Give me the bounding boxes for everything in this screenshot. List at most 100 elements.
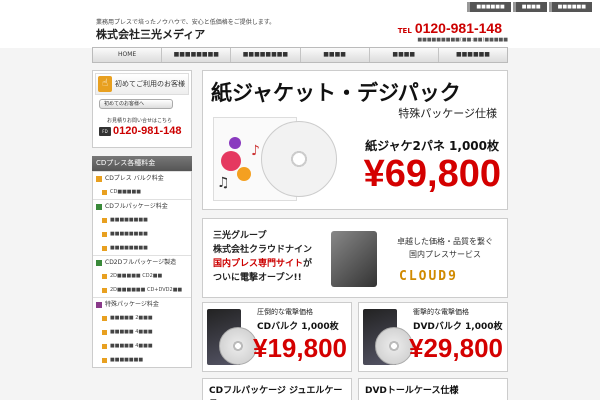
price-sub-item[interactable]: 2D■■■■■ CD2■■ xyxy=(93,269,191,283)
bullet-icon xyxy=(102,231,107,237)
first-time-header[interactable]: ☝ 初めてご利用のお客様 xyxy=(95,73,189,95)
bullet-icon xyxy=(102,245,107,251)
section-label: 特殊パッケージ料金 xyxy=(105,300,159,308)
site-header: 業務用プレスで培ったノウハウで、安心と低価格をご提供します。 株式会社三光メディ… xyxy=(0,14,600,48)
section-label: CDプレス バルク料金 xyxy=(105,174,164,182)
bullet-icon xyxy=(102,287,107,293)
hand-icon: ☝ xyxy=(98,76,112,92)
section-icon xyxy=(96,203,102,210)
flower-decoration xyxy=(237,167,251,181)
bullet-icon xyxy=(102,189,107,195)
banner2-line3a: 国内プレス専門サイト xyxy=(213,259,304,269)
top-link-1[interactable]: ■■■■■■ xyxy=(467,2,511,12)
top-link-2[interactable]: ■■■■ xyxy=(512,2,547,12)
price-sub-item[interactable]: ■■■■■ 4■■■ xyxy=(93,339,191,353)
sub-label: 2D■■■■■■ CD+DVD2■■ xyxy=(110,287,183,293)
section-icon xyxy=(96,175,102,182)
header-phone: TEL 0120-981-148 xyxy=(398,20,502,36)
top-links: ■■■■■■ ■■■■ ■■■■■■ xyxy=(467,2,592,12)
price-sub-item[interactable]: ■■■■■■■■ xyxy=(93,227,191,241)
sub-label: ■■■■■ 2■■■ xyxy=(110,315,153,321)
section-icon xyxy=(96,301,102,308)
price-sub-item[interactable]: ■■■■■ 2■■■ xyxy=(93,311,191,325)
cd-disc-image xyxy=(219,327,257,365)
banner1-price: ¥69,800 xyxy=(363,153,501,195)
bullet-icon xyxy=(102,217,107,223)
section-label: CDフルパッケージ料金 xyxy=(105,202,168,210)
dvd-bulk-tagline: 衝撃的な電撃価格 xyxy=(413,308,469,316)
banner2-line4: ついに電撃オープン!! xyxy=(213,273,302,283)
top-link-3[interactable]: ■■■■■■ xyxy=(548,2,592,12)
nav-item-4[interactable]: ■■■■ xyxy=(301,48,370,62)
cloud9-logo: CLOUD9 xyxy=(399,269,458,284)
price-sub-item[interactable]: 2D■■■■■■ CD+DVD2■■ xyxy=(93,283,191,297)
nav-home[interactable]: HOME xyxy=(93,48,163,62)
business-hours: ■■■■■■■■■(■■:■■)■■■■■ xyxy=(417,37,508,43)
flower-decoration xyxy=(221,151,241,171)
sub-label: ■■■■■ 4■■■ xyxy=(110,343,153,349)
price-list: CDプレス バルク料金 CD■■■■■ CDフルパッケージ料金 ■■■■■■■■… xyxy=(92,171,192,368)
bullet-icon xyxy=(102,329,107,335)
inquiry-label: お見積りお問い合せはこちら xyxy=(107,118,173,124)
banner-paper-jacket[interactable]: 紙ジャケット・デジパック 特殊パッケージ仕様 ♪ ♫ 紙ジャケ2パネ 1,000… xyxy=(202,70,508,210)
price-sub-item[interactable]: ■■■■■ 4■■■ xyxy=(93,325,191,339)
dvd-disc-image xyxy=(375,327,413,365)
banner-cd-bulk[interactable]: 圧倒的な電撃価格 CDバルク 1,000枚 ¥19,800 xyxy=(202,302,352,372)
nav-item-2[interactable]: ■■■■■■■■ xyxy=(162,48,232,62)
price-sub-item[interactable]: ■■■■■■■■ xyxy=(93,241,191,255)
banner-cloud9[interactable]: 三光グループ 株式会社クラウドナイン 国内プレス専門サイトが ついに電撃オープン… xyxy=(202,218,508,298)
banner-dvd-tall-case[interactable]: DVDトールケース仕様 xyxy=(358,378,508,400)
bullet-icon xyxy=(102,273,107,279)
nav-item-5[interactable]: ■■■■ xyxy=(370,48,439,62)
banner2-text: 三光グループ 株式会社クラウドナイン 国内プレス専門サイトが ついに電撃オープン… xyxy=(213,229,312,285)
price-sub-item[interactable]: CD■■■■■ xyxy=(93,185,191,199)
tel-number: 0120-981-148 xyxy=(414,20,502,36)
banner1-title: 紙ジャケット・デジパック xyxy=(211,81,461,105)
price-section-special[interactable]: 特殊パッケージ料金 xyxy=(93,297,191,311)
price-section-cd-bulk[interactable]: CDプレス バルク料金 xyxy=(93,171,191,185)
sub-label: ■■■■■■■ xyxy=(110,357,144,363)
banner2-right: 卓越した価格・品質を繋ぐ 国内プレスサービス xyxy=(387,235,503,261)
price-section-cd-full[interactable]: CDフルパッケージ料金 xyxy=(93,199,191,213)
header-tagline: 業務用プレスで培ったノウハウで、安心と低価格をご提供します。 xyxy=(96,19,276,26)
bullet-icon xyxy=(102,357,107,363)
music-note-icon: ♪ xyxy=(251,143,260,159)
cd-case-photo xyxy=(331,231,377,287)
dvd-bulk-price: ¥29,800 xyxy=(409,333,503,363)
cd-bulk-price: ¥19,800 xyxy=(253,333,347,363)
banner-dvd-bulk[interactable]: 衝撃的な電撃価格 DVDバルク 1,000枚 ¥29,800 xyxy=(358,302,508,372)
top-utility-bar: ■■■■■■ ■■■■ ■■■■■■ xyxy=(0,0,600,14)
banner-cd-full-package[interactable]: CDフルパッケージ ジュエルケース xyxy=(202,378,352,400)
nav-item-3[interactable]: ■■■■■■■■ xyxy=(231,48,301,62)
price-sub-item[interactable]: ■■■■■■■ xyxy=(93,353,191,367)
banner1-offer: 紙ジャケ2パネ 1,000枚 xyxy=(365,139,499,153)
section-icon xyxy=(96,259,102,266)
sidebar: ☝ 初めてご利用のお客様 初めてのお客様へ お見積りお問い合せはこちら FD 0… xyxy=(92,70,192,368)
sidebar-phone: FD 0120-981-148 xyxy=(99,125,182,137)
price-sub-item[interactable]: ■■■■■■■■ xyxy=(93,213,191,227)
sub-label: ■■■■■■■■ xyxy=(110,217,148,223)
bullet-icon xyxy=(102,315,107,321)
music-note-icon: ♫ xyxy=(217,175,230,191)
price-section-cd2d[interactable]: CD2Dフルパッケージ製造 xyxy=(93,255,191,269)
banner2-line2: 株式会社クラウドナイン xyxy=(213,245,313,255)
cd-bulk-tagline: 圧倒的な電撃価格 xyxy=(257,308,313,316)
sub-label: ■■■■■■■■ xyxy=(110,245,148,251)
freedial-icon: FD xyxy=(99,126,111,136)
banner2-right1: 卓越した価格・品質を繋ぐ xyxy=(397,237,493,246)
dvd-bulk-title: DVDバルク 1,000枚 xyxy=(413,322,503,332)
tel-label: TEL xyxy=(397,27,412,35)
company-logo-text[interactable]: 株式会社三光メディア xyxy=(96,26,205,42)
section-label: CD2Dフルパッケージ製造 xyxy=(105,258,177,266)
banner2-line1: 三光グループ xyxy=(213,231,267,241)
price-list-header: CDプレス各種料金 xyxy=(92,156,192,171)
cd-disc-image xyxy=(261,121,337,197)
cd-bulk-title: CDバルク 1,000枚 xyxy=(257,322,339,332)
first-time-button[interactable]: 初めてのお客様へ xyxy=(99,99,173,109)
sub-label: ■■■■■■■■ xyxy=(110,231,148,237)
first-time-box: ☝ 初めてご利用のお客様 初めてのお客様へ お見積りお問い合せはこちら FD 0… xyxy=(92,70,192,148)
main-nav: HOME ■■■■■■■■ ■■■■■■■■ ■■■■ ■■■■ ■■■■■■ xyxy=(92,47,508,63)
banner2-right2: 国内プレスサービス xyxy=(409,250,481,259)
nav-item-6[interactable]: ■■■■■■ xyxy=(439,48,507,62)
first-time-title: 初めてご利用のお客様 xyxy=(115,80,185,88)
